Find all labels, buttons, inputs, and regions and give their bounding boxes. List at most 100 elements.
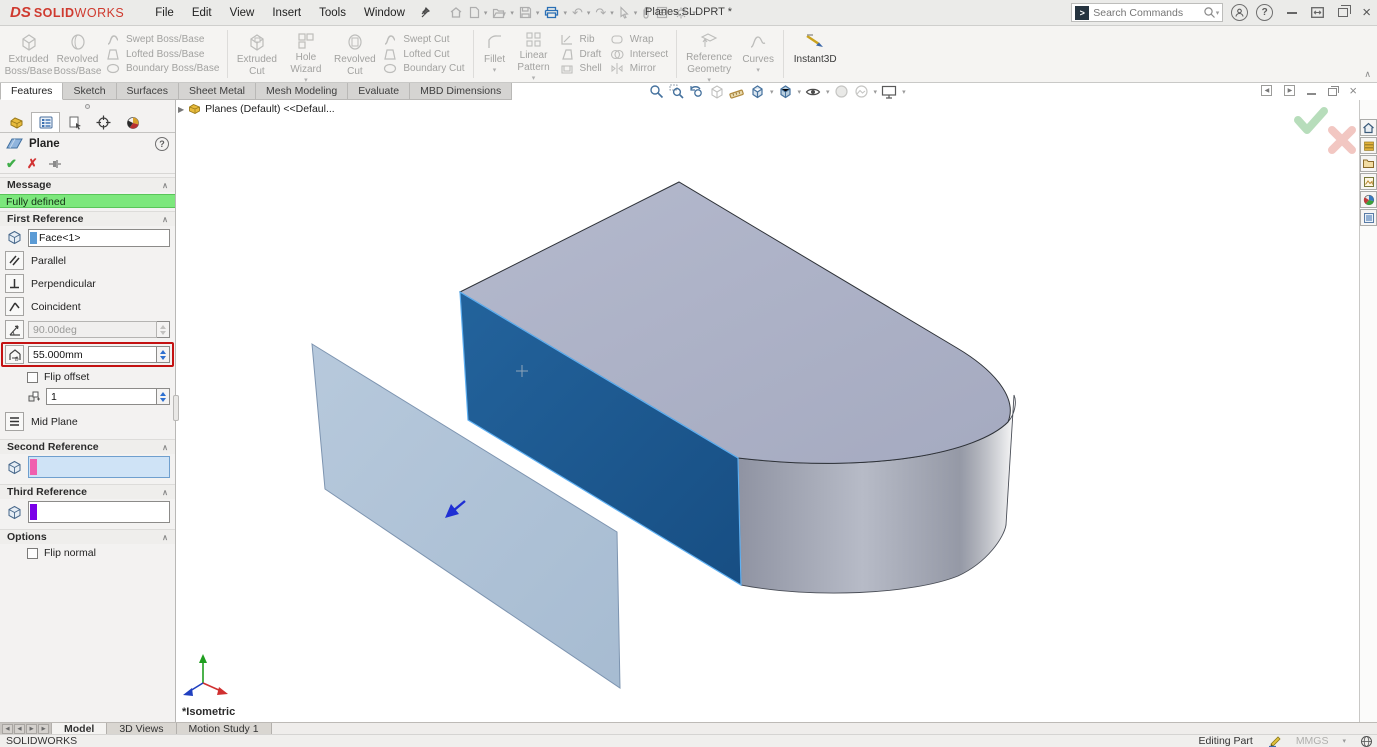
mid-plane-icon[interactable] <box>5 412 24 431</box>
menu-insert[interactable]: Insert <box>263 3 310 23</box>
apply-scene-caret[interactable]: ▾ <box>874 88 878 96</box>
document-restore-icon[interactable] <box>1328 88 1337 96</box>
lofted-cut-button[interactable]: Lofted Cut <box>383 47 464 62</box>
document-minimize-icon[interactable] <box>1307 93 1316 95</box>
third-reference-selection-box[interactable] <box>28 501 170 523</box>
next-document-icon[interactable]: ▶ <box>1284 85 1295 96</box>
configurationmanager-tab[interactable] <box>60 112 89 132</box>
help-icon[interactable]: ? <box>1256 4 1273 21</box>
linear-pattern-caret[interactable]: ▾ <box>532 74 536 82</box>
coincident-icon[interactable] <box>5 297 24 316</box>
offset-distance-icon[interactable]: D <box>5 345 24 364</box>
print-icon[interactable] <box>541 4 562 21</box>
tab-surfaces[interactable]: Surfaces <box>117 83 179 100</box>
print-caret[interactable]: ▾ <box>563 9 567 17</box>
mirror-button[interactable]: Mirror <box>610 61 668 76</box>
extruded-boss-base-button[interactable]: Extruded Boss/Base <box>4 28 53 80</box>
select-icon[interactable] <box>616 4 633 21</box>
appearances-scenes-icon[interactable] <box>1360 191 1377 208</box>
perpendicular-icon[interactable] <box>5 274 24 293</box>
shell-button[interactable]: Shell <box>560 61 602 76</box>
new-document-icon[interactable] <box>466 4 483 21</box>
reference-geometry-button[interactable]: Reference Geometry ▾ <box>681 28 737 80</box>
hole-wizard-button[interactable]: Hole Wizard ▾ <box>281 28 330 80</box>
flip-normal-checkbox[interactable] <box>27 548 38 559</box>
edit-sketch-icon[interactable] <box>1267 735 1282 747</box>
menu-view[interactable]: View <box>221 3 264 23</box>
redo-icon[interactable]: ↷ <box>592 4 609 21</box>
confirmation-corner-ok-icon[interactable] <box>1298 111 1324 130</box>
flip-offset-row[interactable]: Flip offset <box>0 368 175 386</box>
angle-field[interactable]: 90.00deg <box>28 321 157 338</box>
previous-view-icon[interactable] <box>688 84 705 99</box>
solidworks-resources-icon[interactable] <box>1360 119 1377 136</box>
view-palette-icon[interactable] <box>1360 173 1377 190</box>
design-library-icon[interactable] <box>1360 137 1377 154</box>
second-reference-section-header[interactable]: Second Reference∧ <box>0 439 175 454</box>
plane-count-spinner[interactable] <box>157 388 170 405</box>
extruded-cut-button[interactable]: Extruded Cut <box>232 28 281 80</box>
ribbon-collapse-icon[interactable]: ∧ <box>1364 69 1371 80</box>
first-tab-icon[interactable]: ◀ <box>2 724 13 734</box>
graphics-area[interactable]: ▶ Planes (Default) <<Defaul... <box>176 100 1359 722</box>
file-explorer-icon[interactable] <box>1360 155 1377 172</box>
open-caret[interactable]: ▾ <box>510 9 514 17</box>
intersect-button[interactable]: Intersect <box>610 47 668 62</box>
offset-distance-spinner[interactable] <box>157 346 170 363</box>
first-reference-section-header[interactable]: First Reference∧ <box>0 211 175 226</box>
menu-file[interactable]: File <box>146 3 183 23</box>
pin-menu-icon[interactable] <box>420 7 432 19</box>
propertymanager-tab[interactable] <box>31 112 60 132</box>
next-tab-icon[interactable]: ▶ <box>26 724 37 734</box>
angle-spinner[interactable] <box>157 321 170 338</box>
panel-collapse-handle[interactable] <box>0 100 175 112</box>
keep-visible-pin-icon[interactable] <box>48 159 62 169</box>
draft-button[interactable]: Draft <box>560 47 602 62</box>
tab-mbd-dimensions[interactable]: MBD Dimensions <box>410 83 512 100</box>
previous-document-icon[interactable]: ◀ <box>1261 85 1272 96</box>
tab-mesh-modeling[interactable]: Mesh Modeling <box>256 83 348 100</box>
open-icon[interactable] <box>489 5 509 21</box>
motion-study-tab[interactable]: Motion Study 1 <box>177 723 272 734</box>
plane-count-field[interactable]: 1 <box>46 388 157 405</box>
minimize-button[interactable] <box>1287 12 1297 14</box>
third-reference-collapse-chevron[interactable]: ∧ <box>162 488 168 497</box>
linear-pattern-button[interactable]: Linear Pattern ▾ <box>512 28 556 80</box>
3d-views-tab[interactable]: 3D Views <box>107 723 176 734</box>
curves-caret[interactable]: ▾ <box>756 66 760 74</box>
curves-button[interactable]: Curves ▾ <box>737 28 779 80</box>
tab-evaluate[interactable]: Evaluate <box>348 83 410 100</box>
second-reference-selection-box[interactable] <box>28 456 170 478</box>
first-reference-selection-box[interactable]: Face<1> <box>28 229 170 247</box>
hide-show-items-icon[interactable] <box>804 85 822 99</box>
search-input[interactable] <box>1093 7 1202 19</box>
boundary-cut-button[interactable]: Boundary Cut <box>383 61 464 76</box>
close-button[interactable]: × <box>1362 7 1371 19</box>
swept-cut-button[interactable]: Swept Cut <box>383 32 464 47</box>
panel-splitter-handle[interactable] <box>173 395 179 421</box>
model-tab[interactable]: Model <box>51 723 107 734</box>
save-icon[interactable] <box>516 4 535 21</box>
display-style-icon[interactable] <box>777 84 794 99</box>
rib-button[interactable]: Rib <box>560 32 602 47</box>
tab-sheet-metal[interactable]: Sheet Metal <box>179 83 256 100</box>
angle-icon[interactable] <box>5 320 24 339</box>
menu-edit[interactable]: Edit <box>183 3 221 23</box>
featuremanager-tree-tab[interactable] <box>2 112 31 132</box>
search-caret[interactable]: ▾ <box>1216 9 1220 17</box>
perpendicular-option[interactable]: Perpendicular <box>0 272 175 295</box>
parallel-icon[interactable] <box>5 251 24 270</box>
third-reference-section-header[interactable]: Third Reference∧ <box>0 484 175 499</box>
new-document-caret[interactable]: ▾ <box>484 9 488 17</box>
model-3d-view[interactable] <box>176 100 1359 722</box>
zoom-to-area-icon[interactable] <box>668 84 685 99</box>
hide-show-items-caret[interactable]: ▾ <box>826 88 830 96</box>
pm-help-icon[interactable]: ? <box>155 137 169 151</box>
ok-button[interactable]: ✔ <box>6 156 17 172</box>
dimxpertmanager-tab[interactable] <box>89 112 118 132</box>
home-icon[interactable] <box>446 4 466 21</box>
offset-distance-field[interactable]: 55.000mm <box>28 346 157 363</box>
last-tab-icon[interactable]: ▶ <box>38 724 49 734</box>
revolved-boss-base-button[interactable]: Revolved Boss/Base <box>53 28 102 80</box>
zoom-to-fit-icon[interactable] <box>648 84 665 99</box>
